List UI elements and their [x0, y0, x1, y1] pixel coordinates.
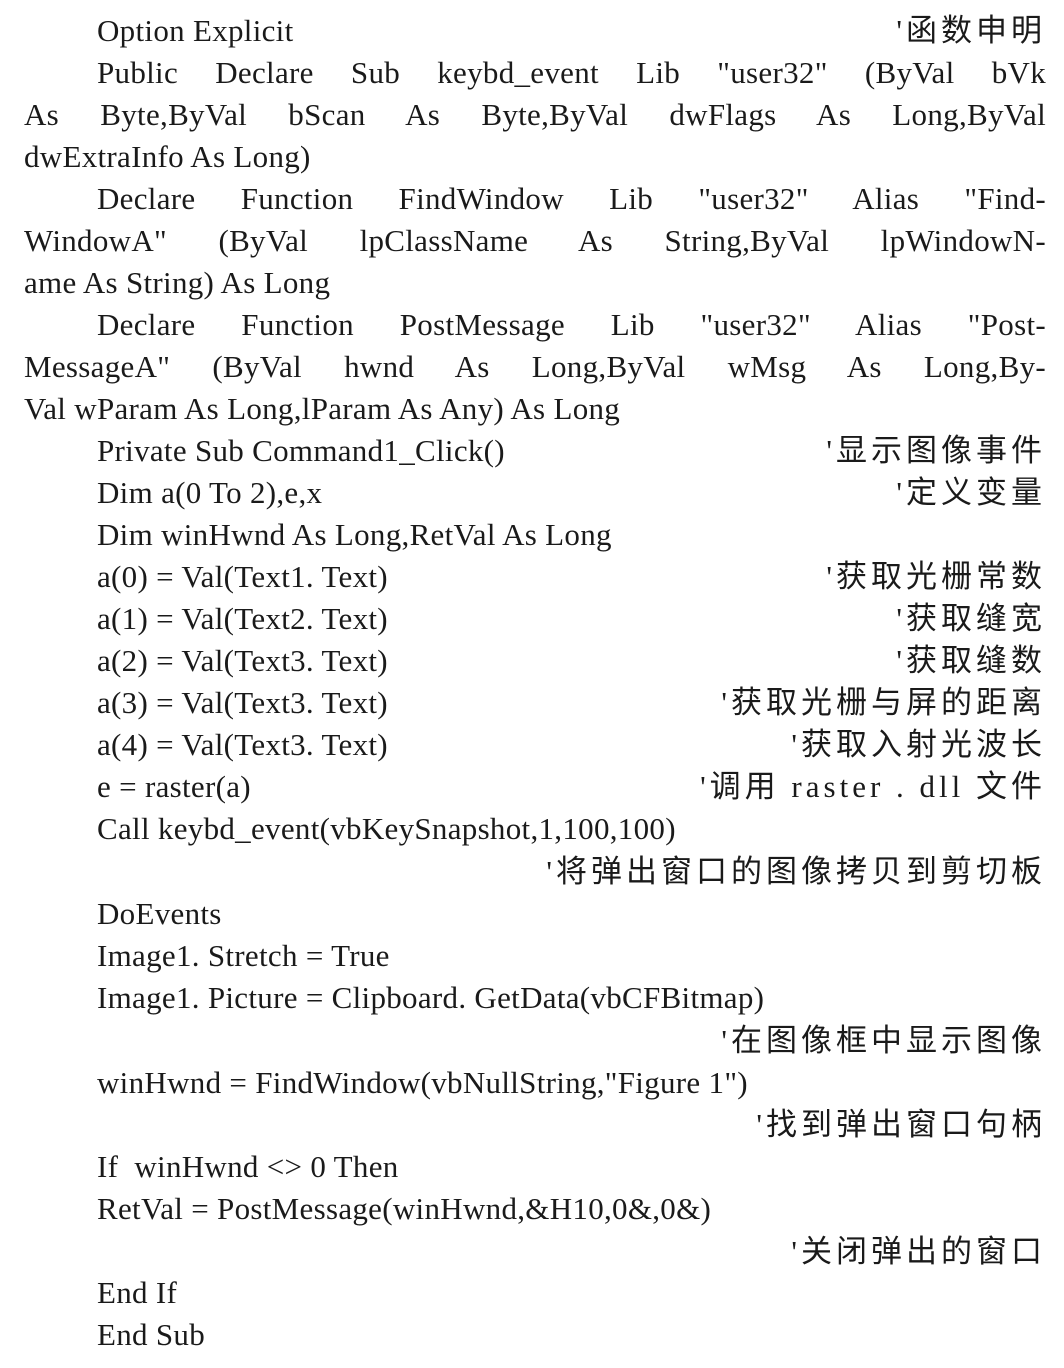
code-comment: '获取缝宽: [896, 601, 1046, 636]
code-text: Dim winHwnd As Long,RetVal As Long: [97, 517, 612, 552]
code-text: ame As String) As Long: [24, 265, 331, 300]
code-line: WindowA" (ByVal lpClassName As String,By…: [0, 220, 1046, 262]
code-line: Val wParam As Long,lParam As Any) As Lon…: [0, 388, 1046, 430]
code-text: a(2) = Val(Text3. Text): [97, 643, 388, 678]
code-text: Image1. Picture = Clipboard. GetData(vbC…: [97, 980, 765, 1015]
code-line: Dim a(0 To 2),e,x '定义变量: [0, 472, 1046, 514]
code-text: DoEvents: [97, 896, 222, 931]
code-text: As Byte,ByVal bScan As Byte,ByVal dwFlag…: [24, 97, 1046, 132]
code-comment: '显示图像事件: [826, 433, 1046, 468]
code-text: End If: [97, 1275, 178, 1310]
code-line: dwExtraInfo As Long): [0, 136, 1046, 178]
code-text: Image1. Stretch = True: [97, 938, 390, 973]
code-line: MessageA" (ByVal hwnd As Long,ByVal wMsg…: [0, 346, 1046, 388]
code-line: DoEvents: [0, 893, 1046, 935]
code-line: a(2) = Val(Text3. Text) '获取缝数: [0, 640, 1046, 682]
code-text: WindowA" (ByVal lpClassName As String,By…: [24, 223, 1046, 258]
code-comment: '将弹出窗口的图像拷贝到剪切板: [546, 854, 1046, 889]
code-comment: '获取缝数: [896, 643, 1046, 678]
code-comment: '获取入射光波长: [791, 727, 1046, 762]
code-line: Public Declare Sub keybd_event Lib "user…: [0, 52, 1046, 94]
code-line: If winHwnd <> 0 Then: [0, 1146, 1046, 1188]
code-line: End If: [0, 1272, 1046, 1314]
code-text: dwExtraInfo As Long): [24, 139, 311, 174]
code-text: a(4) = Val(Text3. Text): [97, 727, 388, 762]
code-text: Dim a(0 To 2),e,x: [97, 475, 323, 510]
code-line: '找到弹出窗口句柄: [0, 1104, 1046, 1146]
code-text: If winHwnd <> 0 Then: [97, 1149, 399, 1184]
code-text: Val wParam As Long,lParam As Any) As Lon…: [24, 391, 621, 426]
code-text: End Sub: [97, 1317, 206, 1352]
code-text: a(3) = Val(Text3. Text): [97, 685, 388, 720]
code-line: As Byte,ByVal bScan As Byte,ByVal dwFlag…: [0, 94, 1046, 136]
code-text: Private Sub Command1_Click(): [97, 433, 505, 468]
code-line: Dim winHwnd As Long,RetVal As Long: [0, 514, 1046, 556]
code-comment: '调用 raster . dll 文件: [700, 769, 1046, 804]
code-text: RetVal = PostMessage(winHwnd,&H10,0&,0&): [97, 1191, 712, 1226]
code-line: Image1. Picture = Clipboard. GetData(vbC…: [0, 977, 1046, 1019]
code-line: '在图像框中显示图像: [0, 1020, 1046, 1062]
code-line: RetVal = PostMessage(winHwnd,&H10,0&,0&): [0, 1188, 1046, 1230]
code-text: e = raster(a): [97, 769, 251, 804]
code-line: a(1) = Val(Text2. Text) '获取缝宽: [0, 598, 1046, 640]
code-comment: '关闭弹出的窗口: [791, 1234, 1046, 1269]
code-text: Declare Function FindWindow Lib "user32"…: [97, 181, 1046, 216]
code-line: e = raster(a) '调用 raster . dll 文件: [0, 766, 1046, 808]
code-comment: '找到弹出窗口句柄: [756, 1107, 1046, 1142]
code-line: '关闭弹出的窗口: [0, 1231, 1046, 1273]
code-listing-page: Option Explicit '函数申明 Public Declare Sub…: [0, 0, 1064, 1368]
code-comment: '获取光栅常数: [826, 559, 1046, 594]
code-text: Call keybd_event(vbKeySnapshot,1,100,100…: [97, 811, 676, 846]
code-line: '将弹出窗口的图像拷贝到剪切板: [0, 851, 1046, 893]
code-text: Public Declare Sub keybd_event Lib "user…: [97, 55, 1046, 90]
code-line: Call keybd_event(vbKeySnapshot,1,100,100…: [0, 808, 1046, 850]
code-comment: '函数申明: [896, 13, 1046, 48]
code-line: Option Explicit '函数申明: [0, 10, 1046, 52]
code-line: a(3) = Val(Text3. Text) '获取光栅与屏的距离: [0, 682, 1046, 724]
code-comment: '获取光栅与屏的距离: [721, 685, 1046, 720]
code-text: winHwnd = FindWindow(vbNullString,"Figur…: [97, 1065, 748, 1100]
code-text: a(1) = Val(Text2. Text): [97, 601, 388, 636]
code-line: Declare Function PostMessage Lib "user32…: [0, 304, 1046, 346]
code-line: winHwnd = FindWindow(vbNullString,"Figur…: [0, 1062, 1046, 1104]
code-text: a(0) = Val(Text1. Text): [97, 559, 388, 594]
code-line: Declare Function FindWindow Lib "user32"…: [0, 178, 1046, 220]
code-comment: '定义变量: [896, 475, 1046, 510]
code-text: Declare Function PostMessage Lib "user32…: [97, 307, 1046, 342]
code-comment: '在图像框中显示图像: [721, 1023, 1046, 1058]
code-text: MessageA" (ByVal hwnd As Long,ByVal wMsg…: [24, 349, 1046, 384]
code-line: a(0) = Val(Text1. Text) '获取光栅常数: [0, 556, 1046, 598]
code-line: Image1. Stretch = True: [0, 935, 1046, 977]
code-line: a(4) = Val(Text3. Text) '获取入射光波长: [0, 724, 1046, 766]
code-line: End Sub: [0, 1314, 1046, 1356]
code-text: Option Explicit: [97, 13, 294, 48]
code-line: Private Sub Command1_Click() '显示图像事件: [0, 430, 1046, 472]
code-line: ame As String) As Long: [0, 262, 1046, 304]
